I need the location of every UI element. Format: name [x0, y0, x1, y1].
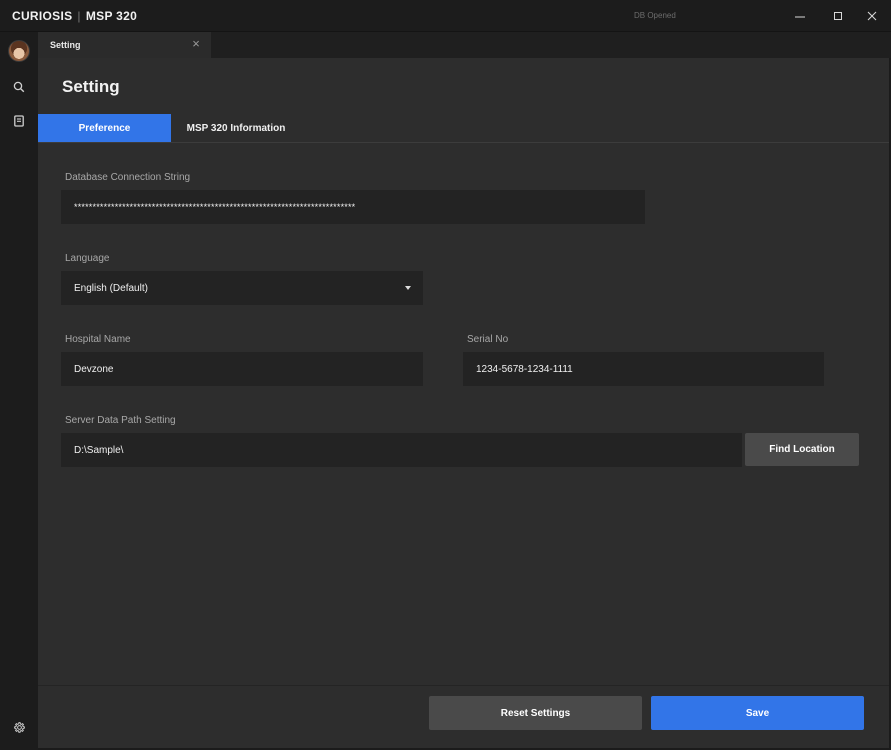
sidebar-document-button[interactable]: [7, 109, 31, 133]
tab-close-icon[interactable]: ×: [189, 37, 203, 51]
subtab-divider: [38, 142, 889, 143]
reset-settings-button[interactable]: Reset Settings: [429, 696, 642, 730]
tab-setting[interactable]: Setting ×: [38, 32, 211, 58]
document-tab-strip: Setting ×: [38, 32, 891, 58]
server-path-label: Server Data Path Setting: [65, 415, 176, 426]
footer-divider: [38, 685, 889, 686]
gear-icon: [13, 721, 25, 733]
serial-no-field[interactable]: 1234-5678-1234-1111: [463, 352, 824, 386]
tab-setting-label: Setting: [50, 40, 81, 50]
hospital-name-label: Hospital Name: [65, 334, 131, 345]
find-location-button[interactable]: Find Location: [745, 433, 859, 466]
sidebar-settings-button[interactable]: [7, 715, 31, 739]
search-icon: [13, 81, 25, 93]
product-name: MSP 320: [85, 9, 138, 23]
document-icon: [14, 115, 24, 127]
hospital-name-field[interactable]: Devzone: [61, 352, 423, 386]
page-title: Setting: [62, 77, 120, 96]
maximize-icon: [834, 12, 842, 20]
avatar[interactable]: [8, 40, 30, 62]
close-icon: [867, 11, 877, 21]
db-status-text: DB Opened: [634, 11, 676, 20]
serial-no-label: Serial No: [467, 334, 509, 345]
subtab-msp-information[interactable]: MSP 320 Information: [171, 114, 301, 142]
app-brand: CURIOSIS | MSP 320: [12, 9, 138, 23]
sidebar-search-button[interactable]: [7, 75, 31, 99]
dropdown-arrow-icon: [405, 286, 411, 290]
db-connection-field[interactable]: ****************************************…: [61, 190, 645, 224]
db-connection-label: Database Connection String: [65, 172, 191, 183]
title-bar: CURIOSIS | MSP 320 DB Opened: [0, 0, 891, 32]
settings-panel: Setting Preference MSP 320 Information D…: [38, 58, 889, 748]
minimize-icon: [795, 16, 805, 18]
brand-name: CURIOSIS: [12, 9, 73, 23]
language-selected-value: English (Default): [74, 282, 148, 294]
server-path-field[interactable]: D:\Sample\: [61, 433, 742, 467]
sidebar: [0, 32, 38, 750]
minimize-button[interactable]: [787, 4, 813, 28]
maximize-button[interactable]: [825, 4, 851, 28]
subtab-preference[interactable]: Preference: [38, 114, 171, 142]
language-label: Language: [65, 253, 110, 264]
close-window-button[interactable]: [859, 4, 885, 28]
language-select[interactable]: English (Default): [61, 271, 423, 305]
save-button[interactable]: Save: [651, 696, 864, 730]
